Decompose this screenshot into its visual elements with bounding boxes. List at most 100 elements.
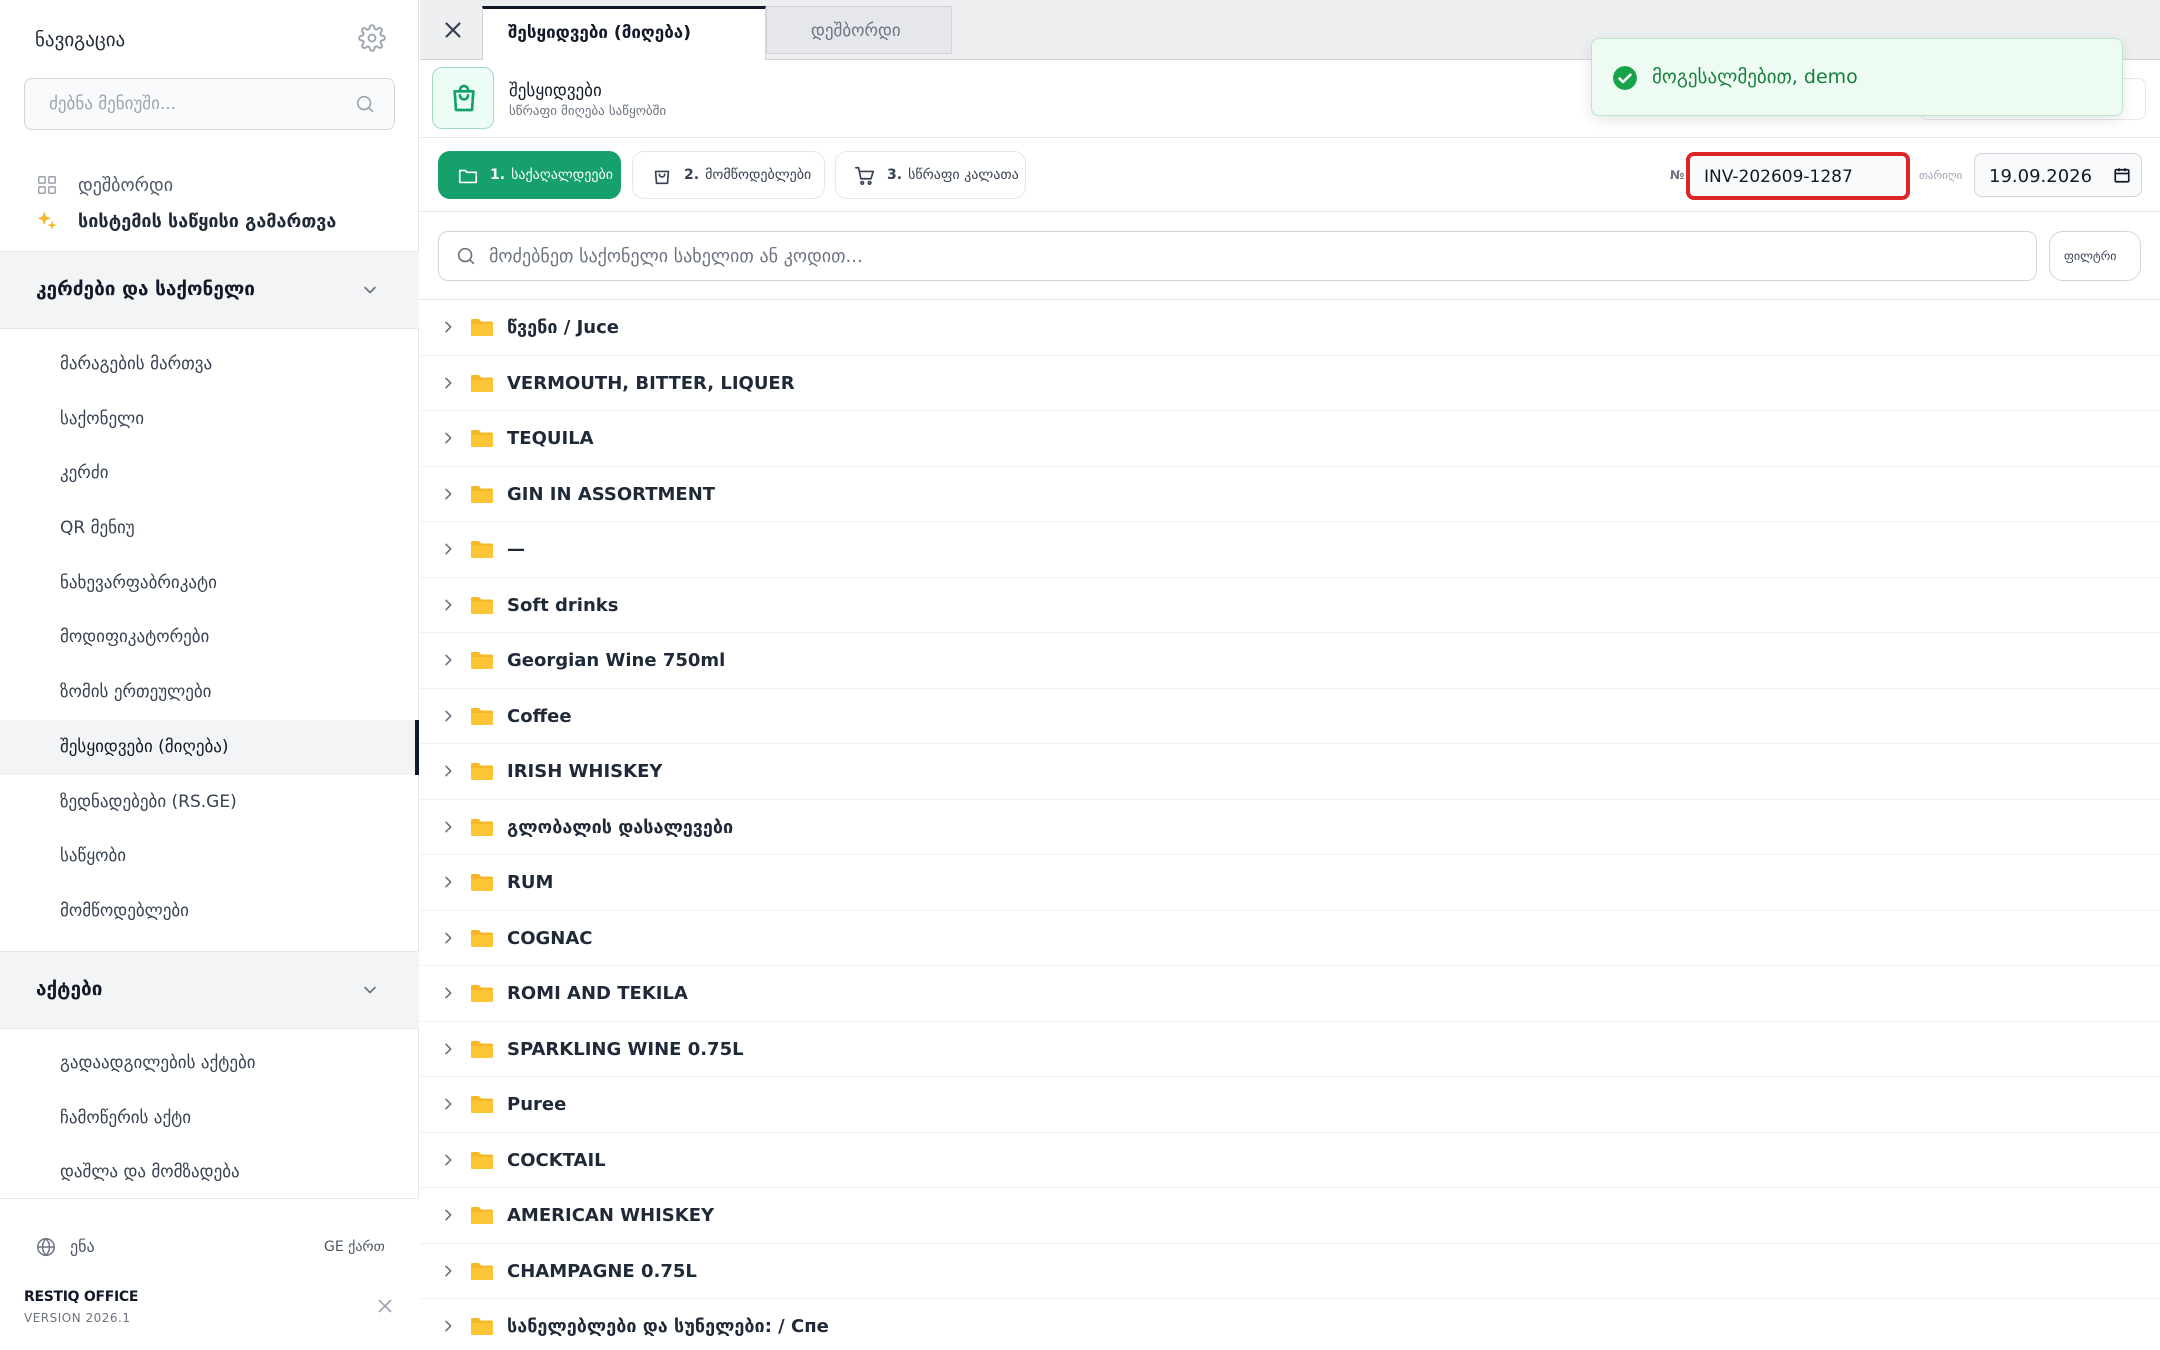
sidebar-search-input[interactable] <box>49 79 349 129</box>
invoice-number-input[interactable] <box>1704 162 1894 192</box>
category-row[interactable]: ROMI AND TEKILA <box>420 966 2160 1022</box>
step-suppliers-button[interactable]: 2. მომწოდებლები <box>632 151 825 199</box>
sidebar-item-purchases[interactable]: შესყიდვები (მიღება) <box>0 720 419 775</box>
sidebar-group-label: აქტები <box>36 978 103 1000</box>
chevron-right-icon[interactable] <box>440 1096 456 1112</box>
filter-button[interactable]: ფილტრი <box>2049 231 2141 281</box>
language-selector[interactable]: GE ქართ <box>324 1239 385 1255</box>
category-row[interactable]: Puree <box>420 1077 2160 1133</box>
chevron-right-icon[interactable] <box>440 1207 456 1223</box>
sidebar-item-dish[interactable]: კერძი <box>0 446 419 501</box>
step-quick-cart-button[interactable]: 3. სწრაფი კალათა <box>835 151 1026 199</box>
category-label: გლობალის დასალევები <box>507 816 734 838</box>
category-label: GIN IN ASSORTMENT <box>507 483 716 505</box>
category-row[interactable]: RUM <box>420 855 2160 911</box>
category-label: ROMI AND TEKILA <box>507 983 688 1004</box>
sidebar-item-system-setup[interactable]: სისტემის საწყისი გამართვა <box>0 204 419 240</box>
tab-label: დეშბორდი <box>811 21 901 41</box>
category-row[interactable]: TEQUILA <box>420 411 2160 467</box>
sidebar-item-semi-finished[interactable]: ნახევარფაბრიკატი <box>0 556 419 611</box>
category-row[interactable]: AMERICAN WHISKEY <box>420 1188 2160 1244</box>
sidebar-item-write-off-act[interactable]: ჩამოწერის აქტი <box>0 1091 419 1146</box>
chevron-right-icon[interactable] <box>440 874 456 890</box>
step-label: 1. საქაღალდეები <box>490 167 613 183</box>
step-folders-button[interactable]: 1. საქაღალდეები <box>438 151 621 199</box>
category-row[interactable]: CHAMPAGNE 0.75L <box>420 1243 2160 1299</box>
step-number: 3. <box>887 167 903 183</box>
sidebar-item-modifiers[interactable]: მოდიფიკატორები <box>0 610 419 665</box>
chevron-right-icon[interactable] <box>440 375 456 391</box>
date-picker[interactable]: 19.09.2026 <box>1974 153 2142 197</box>
sidebar-item-stock-management[interactable]: მარაგების მართვა <box>0 337 419 392</box>
category-label: VERMOUTH, BITTER, LIQUER <box>507 372 795 394</box>
category-row[interactable]: VERMOUTH, BITTER, LIQUER <box>420 355 2160 411</box>
chevron-right-icon[interactable] <box>440 985 456 1001</box>
page-subtitle: სწრაფი მიღება საწყობში <box>509 104 667 119</box>
category-row[interactable]: COGNAC <box>420 910 2160 966</box>
sidebar-group-dishes-goods[interactable]: კერძები და საქონელი <box>0 251 419 329</box>
chevron-right-icon[interactable] <box>440 652 456 668</box>
sidebar-header: ნავიგაცია <box>0 0 419 72</box>
chevron-right-icon[interactable] <box>440 541 456 557</box>
sidebar-group-acts[interactable]: აქტები <box>0 951 419 1029</box>
sidebar-item-goods[interactable]: საქონელი <box>0 392 419 447</box>
sidebar-item-disassembly[interactable]: დაშლა და მომზადება <box>0 1145 419 1200</box>
welcome-toast: მოგესალმებით, demo <box>1591 38 2123 116</box>
chevron-right-icon[interactable] <box>440 819 456 835</box>
category-row[interactable]: Georgian Wine 750ml <box>420 633 2160 689</box>
chevron-right-icon[interactable] <box>440 1318 456 1334</box>
folder-icon <box>470 816 494 838</box>
sidebar-item-dashboard[interactable]: დეშბორდი <box>0 168 419 204</box>
shopping-bag-icon <box>432 67 494 129</box>
tab-purchases[interactable]: შესყიდვები (მიღება) <box>482 6 766 60</box>
sidebar-item-units[interactable]: ზომის ერთეულები <box>0 665 419 720</box>
sidebar-item-waybills[interactable]: ზედნადებები (RS.GE) <box>0 775 419 830</box>
chevron-right-icon[interactable] <box>440 1041 456 1057</box>
chevron-right-icon[interactable] <box>440 763 456 779</box>
category-row[interactable]: გლობალის დასალევები <box>420 799 2160 855</box>
globe-icon <box>35 1236 57 1258</box>
category-row[interactable]: წვენი / Juce <box>420 300 2160 356</box>
sidebar-item-label: ჩამოწერის აქტი <box>60 1108 192 1128</box>
tab-label: შესყიდვები (მიღება) <box>508 23 691 43</box>
folder-icon <box>470 483 494 505</box>
category-row[interactable]: სანელებლები და სუნელები: / Спе <box>420 1299 2160 1350</box>
gear-icon[interactable] <box>358 24 386 52</box>
toast-message: მოგესალმებით, demo <box>1652 66 1858 88</box>
category-row[interactable]: SPARKLING WINE 0.75L <box>420 1021 2160 1077</box>
chevron-right-icon[interactable] <box>440 930 456 946</box>
step-text: მომწოდებლები <box>705 167 812 183</box>
chevron-right-icon[interactable] <box>440 430 456 446</box>
sidebar-item-qr-menu[interactable]: QR მენიუ <box>0 501 419 556</box>
chevron-right-icon[interactable] <box>440 1263 456 1279</box>
tab-dashboard[interactable]: დეშბორდი <box>766 6 952 54</box>
sidebar-item-label: ზომის ერთეულები <box>60 682 212 702</box>
category-row[interactable]: — <box>420 522 2160 578</box>
close-icon[interactable] <box>374 1295 396 1317</box>
category-row[interactable]: COCKTAIL <box>420 1132 2160 1188</box>
chevron-right-icon[interactable] <box>440 319 456 335</box>
sidebar-item-warehouse[interactable]: საწყობი <box>0 829 419 884</box>
chevron-right-icon[interactable] <box>440 708 456 724</box>
folder-icon <box>470 649 494 671</box>
category-row[interactable]: IRISH WHISKEY <box>420 744 2160 800</box>
category-row[interactable]: Coffee <box>420 688 2160 744</box>
calendar-icon[interactable] <box>2113 166 2131 184</box>
folder-icon <box>470 760 494 782</box>
chevron-right-icon[interactable] <box>440 486 456 502</box>
brand-name: RESTIQ OFFICE <box>24 1289 139 1305</box>
category-label: CHAMPAGNE 0.75L <box>507 1260 697 1282</box>
folder-icon <box>470 982 494 1004</box>
sidebar-item-suppliers[interactable]: მომწოდებლები <box>0 884 419 939</box>
folder-icon <box>470 1260 494 1282</box>
cart-icon <box>854 165 876 187</box>
category-row[interactable]: GIN IN ASSORTMENT <box>420 466 2160 522</box>
chevron-right-icon[interactable] <box>440 597 456 613</box>
category-row[interactable]: Soft drinks <box>420 577 2160 633</box>
chevron-right-icon[interactable] <box>440 1152 456 1168</box>
close-tab-icon[interactable] <box>440 17 466 43</box>
product-search-input[interactable] <box>489 232 1989 280</box>
sidebar-item-label: მარაგების მართვა <box>60 354 213 374</box>
sidebar-item-transfer-acts[interactable]: გადაადგილების აქტები <box>0 1036 419 1091</box>
sidebar-item-label: შესყიდვები (მიღება) <box>60 737 229 757</box>
